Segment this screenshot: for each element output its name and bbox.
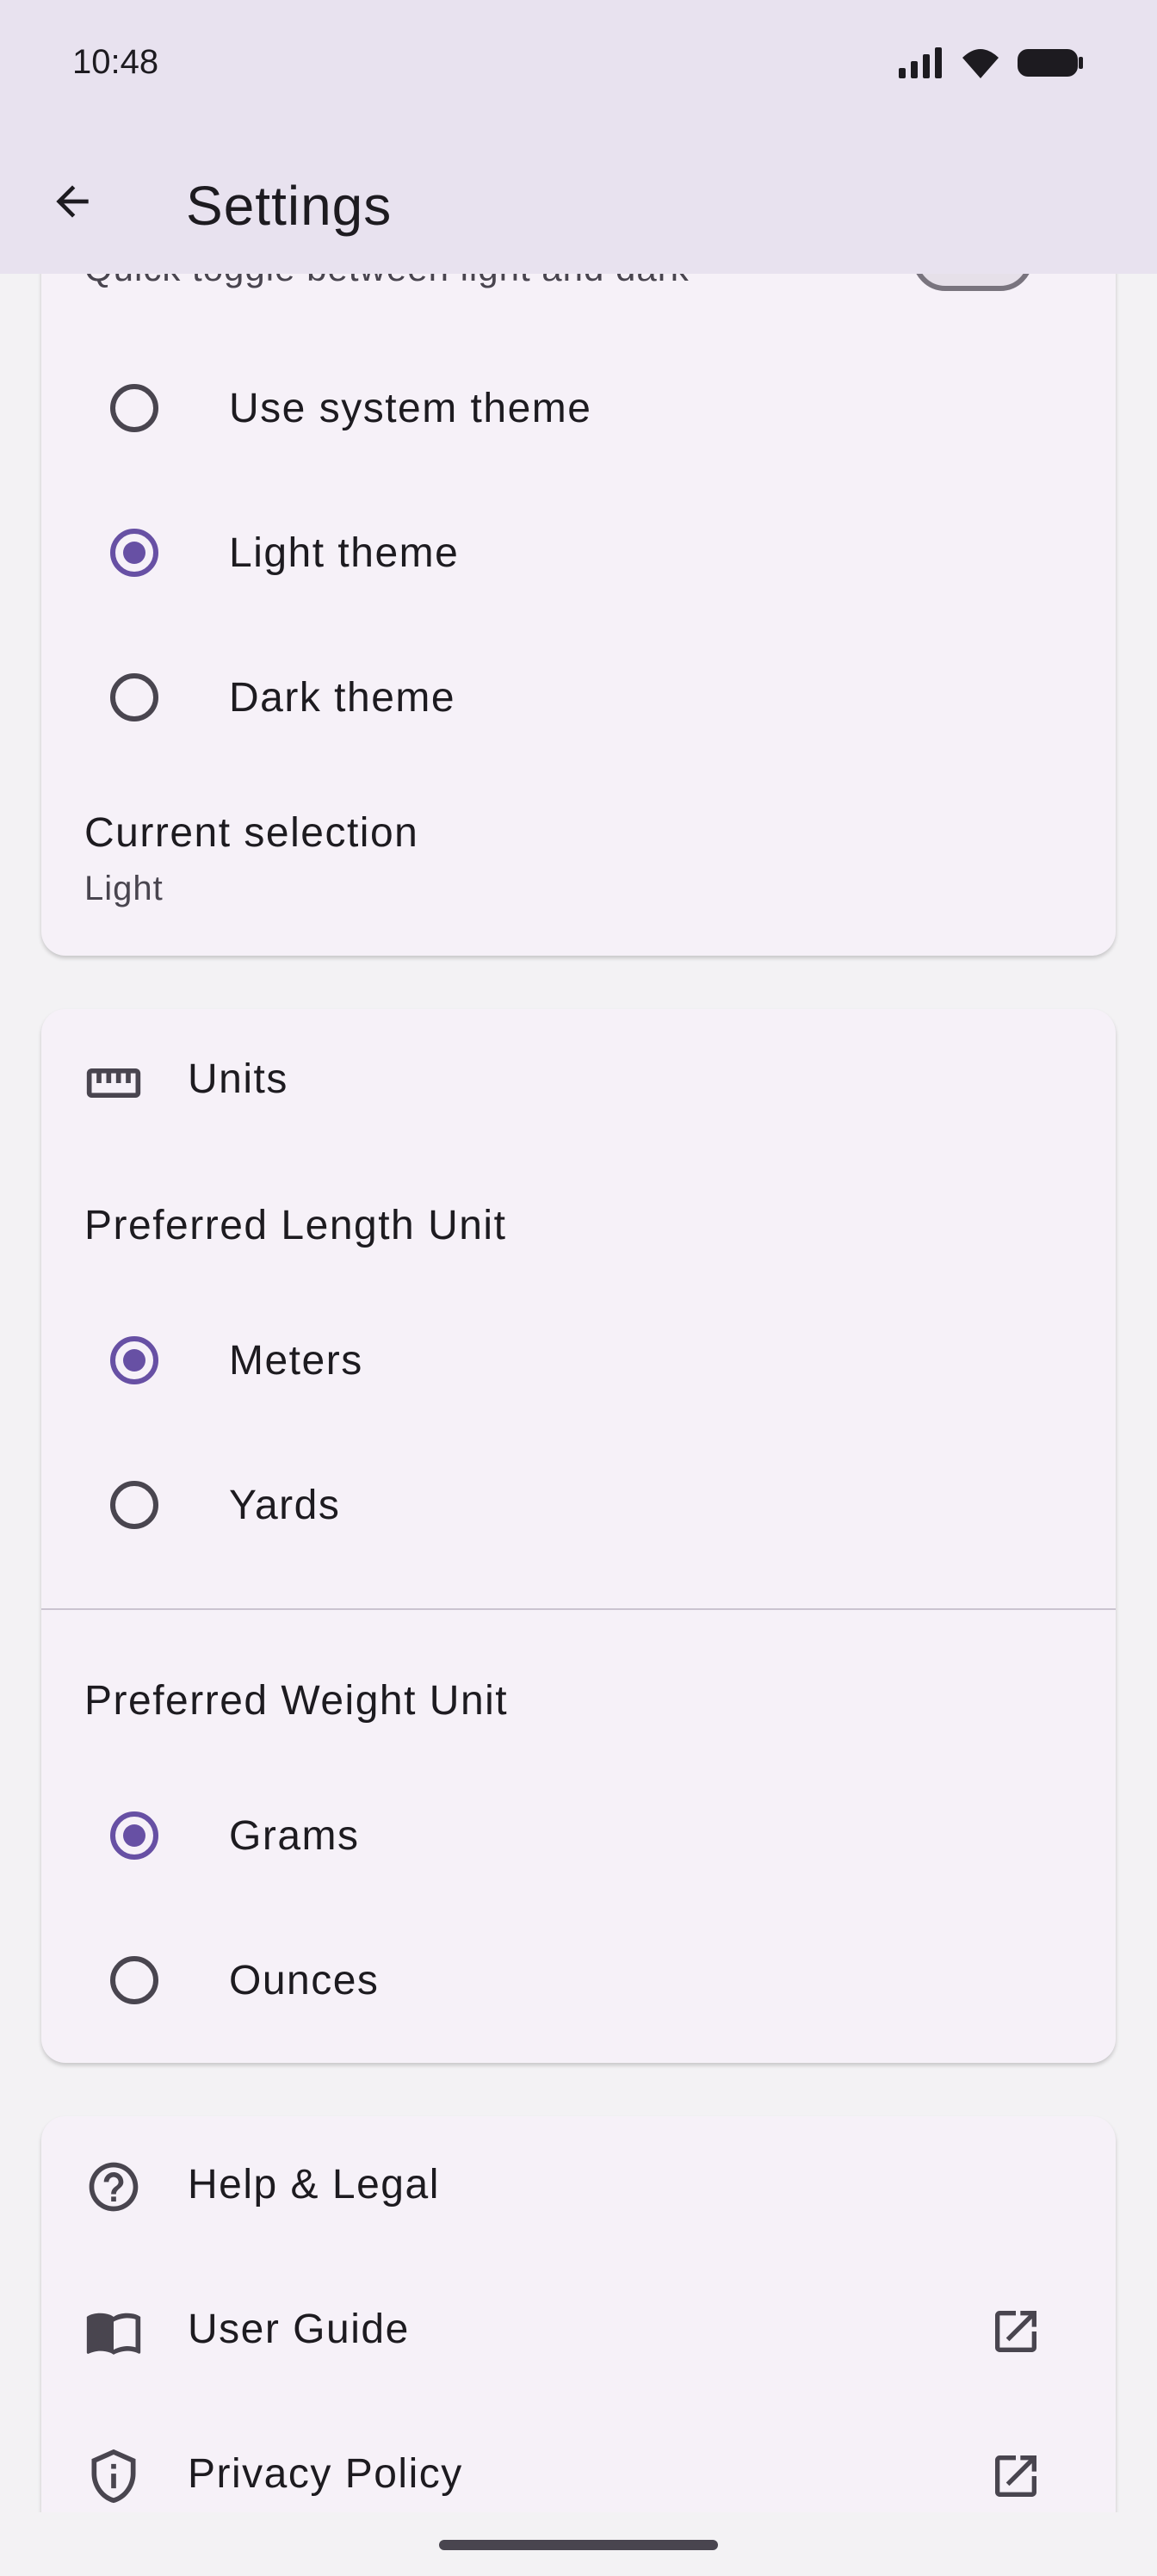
theme-card: Quick toggle between light and dark Use … [41,274,1116,956]
units-header: Units [188,1056,288,1102]
radio-button[interactable] [110,1956,158,2004]
radio-button[interactable] [110,384,158,432]
ruler-icon [84,1054,143,1112]
wifi-icon [962,49,999,78]
help-circle-icon [84,2158,143,2216]
arrow-back-icon [56,185,89,218]
radio-label: Meters [229,1337,363,1384]
open-in-new-icon [995,2455,1036,2497]
radio-dark-theme[interactable]: Dark theme [41,625,1116,770]
settings-content[interactable]: Quick toggle between light and dark Use … [0,274,1157,2512]
radio-grams[interactable]: Grams [41,1763,1116,1908]
radio-label: Grams [229,1812,360,1859]
dark-mode-toggle[interactable] [913,274,1033,291]
radio-label: Ounces [229,1957,380,2003]
radio-label: Dark theme [229,674,456,721]
theme-toggle-subtitle: Quick toggle between light and dark [84,274,690,289]
radio-button[interactable] [110,673,158,721]
page-title: Settings [186,175,393,237]
radio-yards[interactable]: Yards [41,1433,1116,1577]
book-icon [84,2302,143,2361]
open-in-new-icon [995,2311,1036,2352]
user-guide-label: User Guide [188,2307,410,2352]
current-selection-value: Light [84,870,164,907]
privacy-policy-row[interactable]: Privacy Policy [41,2390,1116,2512]
radio-button[interactable] [110,1481,158,1529]
radio-button-selected[interactable] [110,529,158,577]
radio-button-selected[interactable] [110,1336,158,1384]
shield-icon [84,2447,143,2505]
user-guide-row[interactable]: User Guide [41,2245,1116,2390]
radio-label: Yards [229,1482,341,1528]
current-selection-label: Current selection [84,810,419,856]
app-bar: Settings [0,129,1157,274]
radio-label: Light theme [229,529,460,576]
radio-ounces[interactable]: Ounces [41,1908,1116,2053]
help-legal-card: Help & Legal User Guide Privacy Policy [41,2116,1116,2512]
gesture-nav-handle[interactable] [439,2540,718,2550]
units-card: Units Preferred Length Unit Meters Yards… [41,1009,1116,2063]
privacy-policy-label: Privacy Policy [188,2451,463,2497]
back-button[interactable] [38,167,107,236]
status-bar: 10:48 [0,0,1157,129]
divider [41,1608,1116,1610]
signal-icon [899,47,942,78]
status-icons [897,43,1085,83]
length-unit-heading: Preferred Length Unit [84,1203,507,1248]
status-time: 10:48 [72,43,159,81]
weight-unit-heading: Preferred Weight Unit [84,1678,509,1724]
radio-meters[interactable]: Meters [41,1288,1116,1433]
radio-light-theme[interactable]: Light theme [41,480,1116,625]
radio-use-system-theme[interactable]: Use system theme [41,336,1116,480]
battery-icon [1018,49,1083,77]
radio-label: Use system theme [229,385,592,431]
help-legal-header: Help & Legal [188,2162,440,2208]
radio-button-selected[interactable] [110,1811,158,1860]
